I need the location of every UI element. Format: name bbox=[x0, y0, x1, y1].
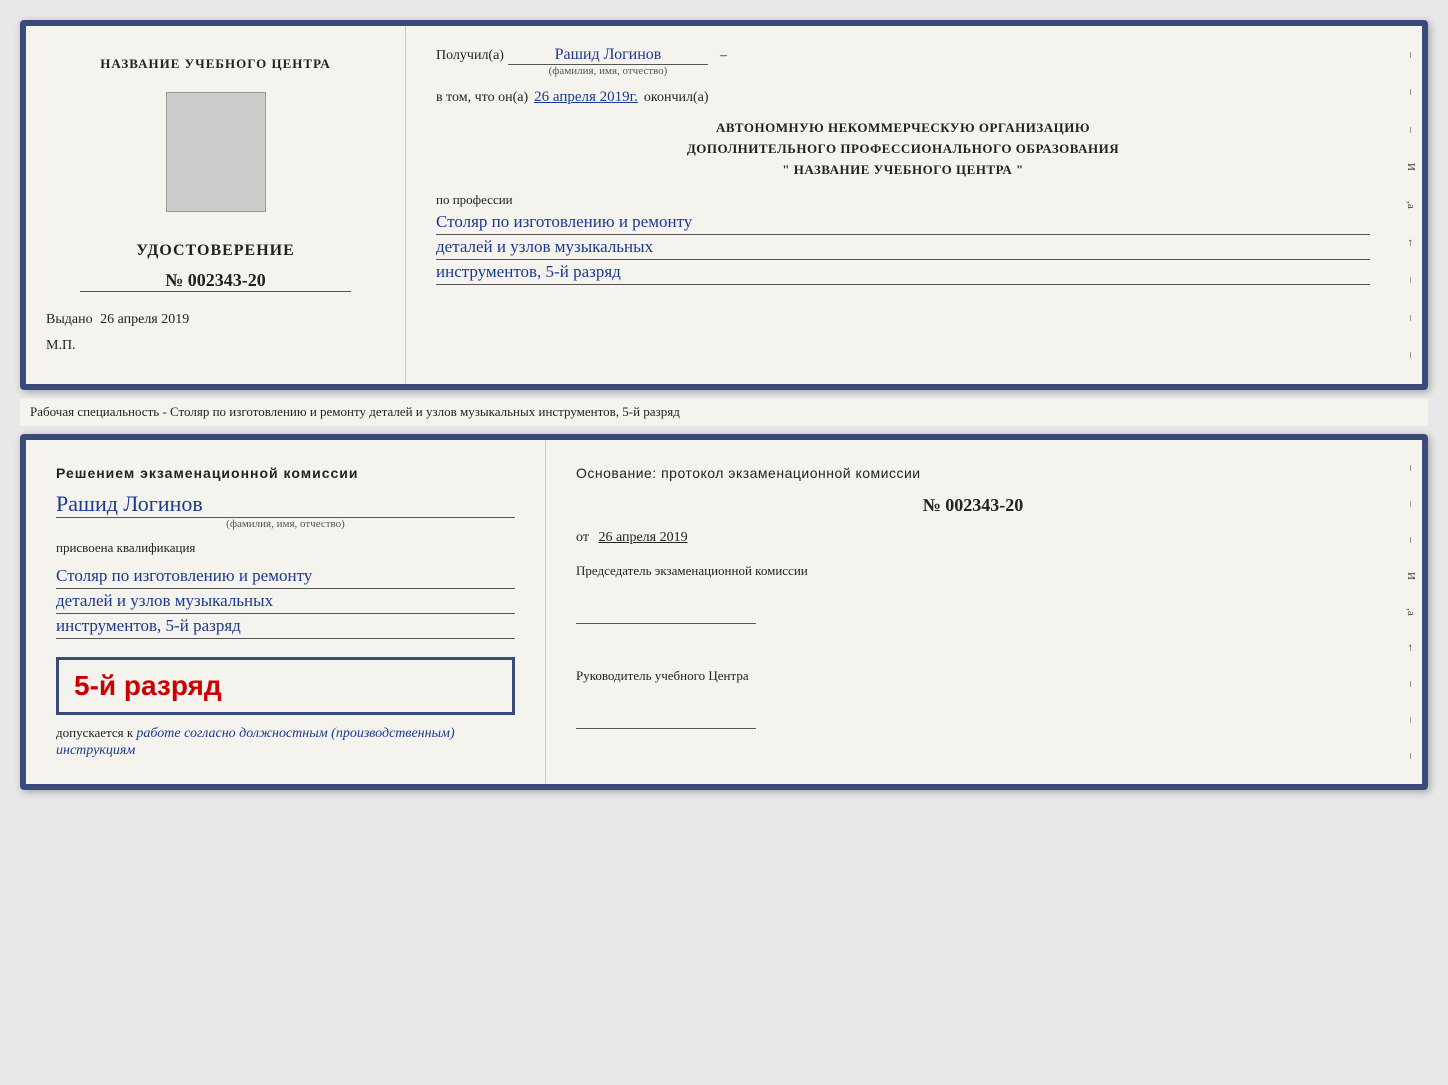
top-right-panel: Получил(а) Рашид Логинов (фамилия, имя, … bbox=[406, 26, 1400, 384]
prof-line-3: инструментов, 5-й разряд bbox=[436, 262, 1370, 285]
person-name-bottom: Рашид Логинов bbox=[56, 491, 515, 518]
page-wrapper: НАЗВАНИЕ УЧЕБНОГО ЦЕНТРА УДОСТОВЕРЕНИЕ №… bbox=[10, 10, 1438, 800]
back-prof-line-3: инструментов, 5-й разряд bbox=[56, 616, 515, 639]
chairman-block: Председатель экзаменационной комиссии bbox=[576, 560, 1370, 631]
grade-text: 5-й разряд bbox=[74, 670, 222, 701]
bottom-document: Решением экзаменационной комиссии Рашид … bbox=[20, 434, 1428, 790]
decision-title: Решением экзаменационной комиссии bbox=[56, 465, 515, 481]
grade-box: 5-й разряд bbox=[56, 657, 515, 715]
protocol-number: № 002343-20 bbox=[576, 495, 1370, 516]
prof-line-2: деталей и узлов музыкальных bbox=[436, 237, 1370, 260]
person-name-top: Рашид Логинов bbox=[508, 46, 708, 65]
back-prof-line-2: деталей и узлов музыкальных bbox=[56, 591, 515, 614]
profession-lines-bottom: Столяр по изготовлению и ремонту деталей… bbox=[56, 566, 515, 641]
head-signature-line bbox=[576, 709, 756, 729]
right-edge-bottom: – – – И ,а ← – – – bbox=[1400, 440, 1422, 784]
head-block: Руководитель учебного Центра bbox=[576, 665, 1370, 736]
back-prof-line-1: Столяр по изготовлению и ремонту bbox=[56, 566, 515, 589]
mp-line: М.П. bbox=[46, 338, 385, 354]
photo-placeholder bbox=[166, 92, 266, 212]
right-edge-top: – – – И ,а ← – – – bbox=[1400, 26, 1422, 384]
fio-note-top: (фамилия, имя, отчество) bbox=[549, 65, 668, 77]
org-block: АВТОНОМНУЮ НЕКОММЕРЧЕСКУЮ ОРГАНИЗАЦИЮ ДО… bbox=[436, 118, 1370, 180]
back-left-panel: Решением экзаменационной комиссии Рашид … bbox=[26, 440, 546, 784]
chairman-signature-line bbox=[576, 604, 756, 624]
allow-line: допускается к работе согласно должностны… bbox=[56, 725, 515, 759]
received-line: Получил(а) Рашид Логинов (фамилия, имя, … bbox=[436, 46, 1370, 77]
issued-line: Выдано 26 апреля 2019 bbox=[46, 312, 385, 328]
date-line-top: в том, что он(а) 26 апреля 2019г. окончи… bbox=[436, 89, 1370, 106]
protocol-date-value: 26 апреля 2019 bbox=[598, 530, 687, 545]
protocol-date: от 26 апреля 2019 bbox=[576, 530, 1370, 546]
cert-title: УДОСТОВЕРЕНИЕ bbox=[136, 242, 295, 260]
school-name-top: НАЗВАНИЕ УЧЕБНОГО ЦЕНТРА bbox=[100, 56, 331, 72]
top-document: НАЗВАНИЕ УЧЕБНОГО ЦЕНТРА УДОСТОВЕРЕНИЕ №… bbox=[20, 20, 1428, 390]
profession-lines-top: Столяр по изготовлению и ремонту деталей… bbox=[436, 212, 1370, 287]
issued-date: 26 апреля 2019 bbox=[100, 312, 189, 327]
profession-block-top: по профессии Столяр по изготовлению и ре… bbox=[436, 192, 1370, 287]
basis-title: Основание: протокол экзаменационной коми… bbox=[576, 465, 1370, 481]
qualification-text: присвоена квалификация bbox=[56, 540, 515, 556]
separator-text: Рабочая специальность - Столяр по изгото… bbox=[20, 398, 1428, 426]
date-value-top: 26 апреля 2019г. bbox=[534, 89, 638, 106]
back-right-panel: Основание: протокол экзаменационной коми… bbox=[546, 440, 1400, 784]
prof-line-1: Столяр по изготовлению и ремонту bbox=[436, 212, 1370, 235]
top-left-panel: НАЗВАНИЕ УЧЕБНОГО ЦЕНТРА УДОСТОВЕРЕНИЕ №… bbox=[26, 26, 406, 384]
cert-number: № 002343-20 bbox=[165, 270, 266, 291]
fio-note-bottom: (фамилия, имя, отчество) bbox=[56, 518, 515, 530]
